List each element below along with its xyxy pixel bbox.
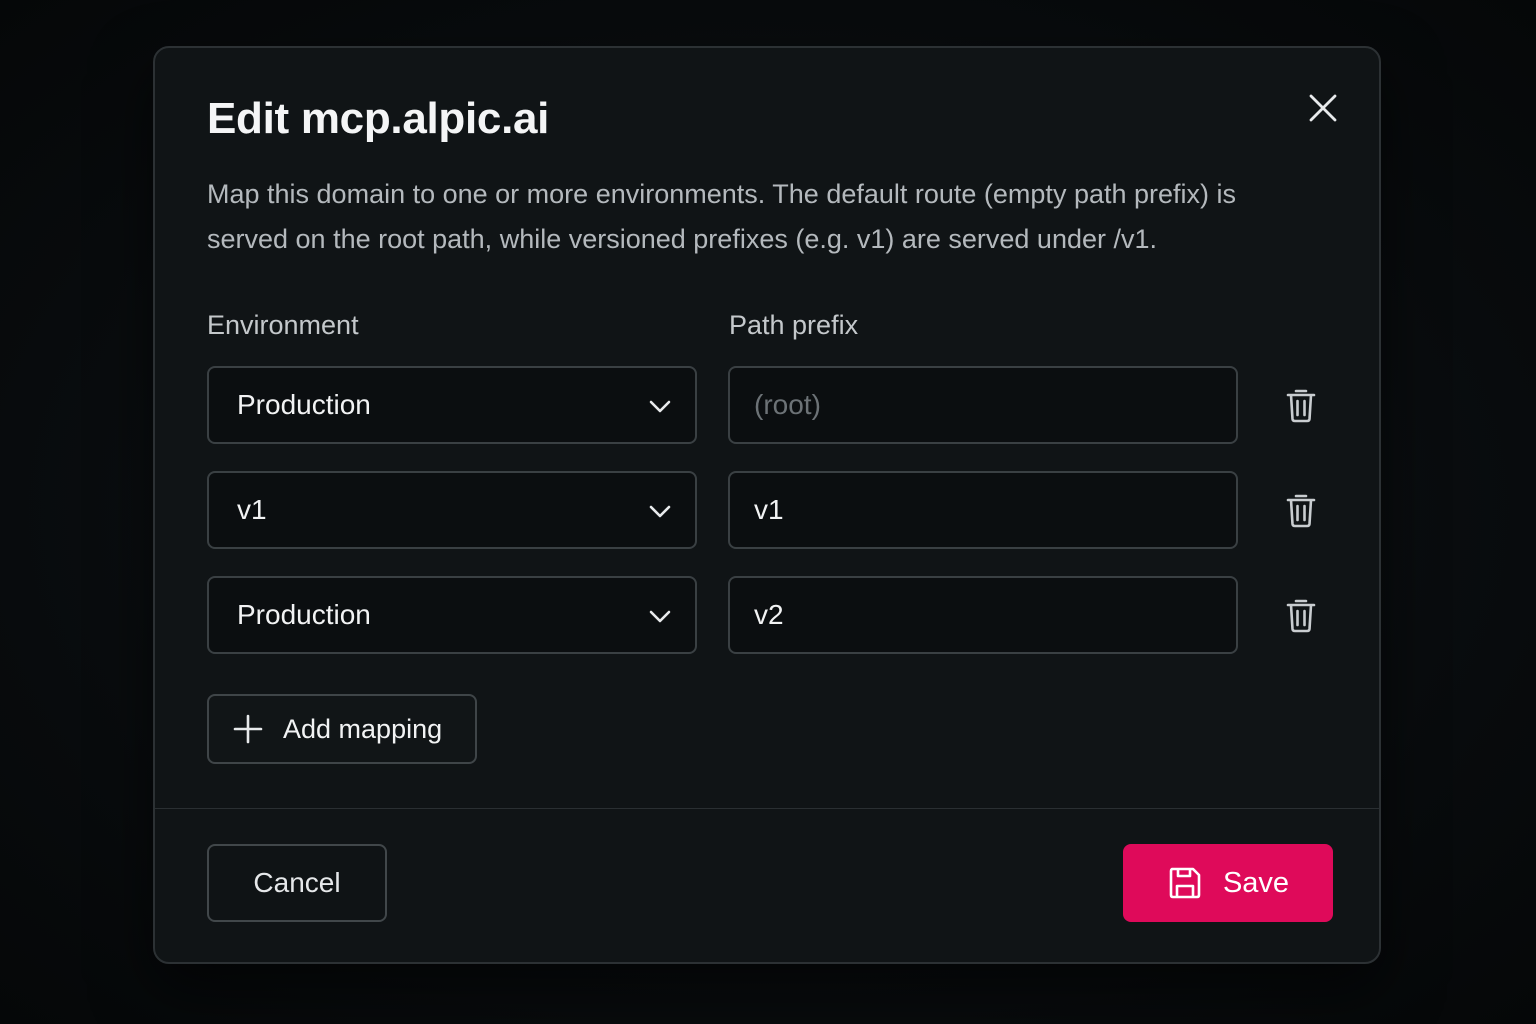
mapping-row: Production bbox=[207, 366, 1327, 444]
environment-select[interactable]: v1 bbox=[207, 471, 697, 549]
chevron-down-icon bbox=[649, 505, 671, 518]
chevron-down-icon bbox=[649, 400, 671, 413]
environment-select[interactable]: Production bbox=[207, 576, 697, 654]
cancel-button[interactable]: Cancel bbox=[207, 844, 387, 922]
environment-select-value: Production bbox=[237, 599, 371, 630]
cancel-label: Cancel bbox=[253, 867, 341, 898]
mapping-row: v1 bbox=[207, 471, 1327, 549]
dialog-title: Edit mcp.alpic.ai bbox=[207, 94, 550, 143]
floppy-disk-icon bbox=[1169, 867, 1201, 899]
close-button[interactable] bbox=[1303, 88, 1343, 128]
delete-mapping-button[interactable] bbox=[1281, 595, 1321, 635]
add-mapping-label: Add mapping bbox=[283, 713, 443, 744]
delete-mapping-button[interactable] bbox=[1281, 490, 1321, 530]
environment-select-value: v1 bbox=[237, 494, 267, 525]
environment-column-label: Environment bbox=[207, 310, 359, 340]
save-button[interactable]: Save bbox=[1123, 844, 1333, 922]
trash-icon bbox=[1286, 389, 1316, 423]
trash-icon bbox=[1286, 494, 1316, 528]
footer-divider bbox=[155, 808, 1379, 809]
path-prefix-input[interactable] bbox=[728, 366, 1238, 444]
environment-select[interactable]: Production bbox=[207, 366, 697, 444]
path-prefix-input[interactable] bbox=[728, 471, 1238, 549]
edit-domain-dialog: Edit mcp.alpic.ai Map this domain to one… bbox=[153, 46, 1381, 964]
save-label: Save bbox=[1222, 866, 1290, 899]
plus-icon bbox=[233, 714, 263, 744]
path-prefix-input[interactable] bbox=[728, 576, 1238, 654]
trash-icon bbox=[1286, 599, 1316, 633]
environment-select-value: Production bbox=[237, 389, 371, 420]
mapping-row: Production bbox=[207, 576, 1327, 654]
dialog-description: Map this domain to one or more environme… bbox=[207, 179, 1237, 254]
delete-mapping-button[interactable] bbox=[1281, 385, 1321, 425]
chevron-down-icon bbox=[649, 610, 671, 623]
add-mapping-button[interactable]: Add mapping bbox=[207, 694, 477, 764]
path-prefix-column-label: Path prefix bbox=[729, 310, 859, 340]
close-icon bbox=[1309, 94, 1337, 122]
